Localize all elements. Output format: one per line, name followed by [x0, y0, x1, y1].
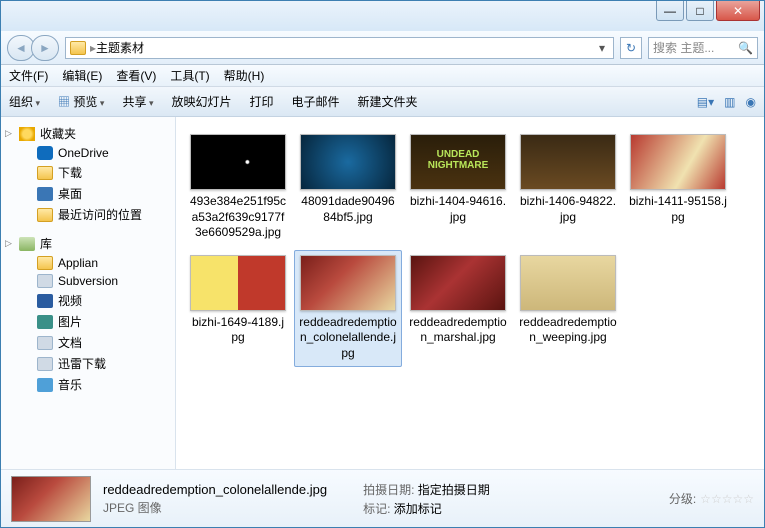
preview-button[interactable]: ▦ 预览	[58, 93, 104, 110]
toolbar: 组织 ▦ 预览 共享 放映幻灯片 打印 电子邮件 新建文件夹 ▤▾ ▥ ◉	[1, 87, 764, 117]
file-name: reddeadredemption_colonelallende.jpg	[299, 315, 397, 362]
sidebar-libraries[interactable]: ▷ 库	[1, 233, 175, 254]
menu-view[interactable]: 查看(V)	[116, 67, 156, 84]
menu-tools[interactable]: 工具(T)	[170, 67, 209, 84]
file-item[interactable]: bizhi-1404-94616.jpg	[404, 129, 512, 246]
file-item[interactable]: 493e384e251f95ca53a2f639c9177f3e6609529a…	[184, 129, 292, 246]
rating-stars[interactable]: ☆☆☆☆☆	[700, 492, 754, 506]
details-filename: reddeadredemption_colonelallende.jpg	[103, 482, 327, 497]
share-button[interactable]: 共享	[122, 93, 153, 110]
refresh-button[interactable]: ↻	[620, 37, 642, 59]
sidebar-item-recent[interactable]: 最近访问的位置	[1, 204, 175, 225]
file-item[interactable]: reddeadredemption_weeping.jpg	[514, 250, 622, 367]
sidebar-item-videos[interactable]: 视频	[1, 290, 175, 311]
file-name: bizhi-1411-95158.jpg	[629, 194, 727, 225]
star-icon	[19, 127, 35, 141]
sidebar-item-pictures[interactable]: 图片	[1, 311, 175, 332]
organize-button[interactable]: 组织	[9, 93, 40, 110]
recent-icon	[37, 208, 53, 222]
details-date[interactable]: 指定拍摄日期	[418, 483, 490, 497]
sidebar-favorites[interactable]: ▷ 收藏夹	[1, 123, 175, 144]
address-path: 主题素材	[96, 39, 144, 56]
sidebar-item-onedrive[interactable]: OneDrive	[1, 144, 175, 162]
picture-icon	[37, 315, 53, 329]
music-icon	[37, 378, 53, 392]
file-name: bizhi-1406-94822.jpg	[519, 194, 617, 225]
file-item[interactable]: bizhi-1406-94822.jpg	[514, 129, 622, 246]
sidebar-item-applian[interactable]: Applian	[1, 254, 175, 272]
file-name: bizhi-1404-94616.jpg	[409, 194, 507, 225]
file-thumbnail	[630, 134, 726, 190]
onedrive-icon	[37, 146, 53, 160]
file-thumbnail	[300, 134, 396, 190]
slideshow-button[interactable]: 放映幻灯片	[171, 93, 231, 110]
maximize-button[interactable]: □	[686, 1, 714, 21]
sidebar-item-desktop[interactable]: 桌面	[1, 183, 175, 204]
folder-icon	[37, 256, 53, 270]
forward-button[interactable]: ►	[31, 35, 59, 61]
email-button[interactable]: 电子邮件	[292, 93, 340, 110]
desktop-icon	[37, 187, 53, 201]
folder-icon	[70, 41, 86, 55]
search-icon: 🔍	[738, 41, 753, 55]
file-thumbnail	[410, 134, 506, 190]
address-bar[interactable]: ▸ 主题素材 ▾	[65, 37, 614, 59]
address-dropdown[interactable]: ▾	[595, 41, 609, 55]
downloads-icon	[37, 166, 53, 180]
file-thumbnail	[300, 255, 396, 311]
details-filetype: JPEG 图像	[103, 499, 327, 516]
details-tags[interactable]: 添加标记	[394, 502, 442, 516]
file-item[interactable]: bizhi-1649-4189.jpg	[184, 250, 292, 367]
video-icon	[37, 294, 53, 308]
sidebar-item-subversion[interactable]: Subversion	[1, 272, 175, 290]
subversion-icon	[37, 274, 53, 288]
menu-bar: 文件(F) 编辑(E) 查看(V) 工具(T) 帮助(H)	[1, 65, 764, 87]
file-item[interactable]: bizhi-1411-95158.jpg	[624, 129, 732, 246]
file-thumbnail	[520, 134, 616, 190]
file-thumbnail	[190, 255, 286, 311]
view-mode-button[interactable]: ▤▾	[697, 95, 714, 109]
sidebar-item-music[interactable]: 音乐	[1, 374, 175, 395]
document-icon	[37, 336, 53, 350]
file-item[interactable]: reddeadredemption_marshal.jpg	[404, 250, 512, 367]
sidebar-item-downloads[interactable]: 下载	[1, 162, 175, 183]
file-item[interactable]: reddeadredemption_colonelallende.jpg	[294, 250, 402, 367]
menu-edit[interactable]: 编辑(E)	[62, 67, 102, 84]
nav-bar: ◄ ► ▸ 主题素材 ▾ ↻ 搜索 主题... 🔍	[1, 31, 764, 65]
menu-file[interactable]: 文件(F)	[9, 67, 48, 84]
sidebar-item-documents[interactable]: 文档	[1, 332, 175, 353]
library-icon	[19, 237, 35, 251]
titlebar: — □ ✕	[1, 1, 764, 31]
close-button[interactable]: ✕	[716, 1, 760, 21]
details-pane: reddeadredemption_colonelallende.jpg JPE…	[1, 469, 764, 527]
print-button[interactable]: 打印	[250, 93, 274, 110]
search-input[interactable]: 搜索 主题... 🔍	[648, 37, 758, 59]
minimize-button[interactable]: —	[656, 1, 684, 21]
panel-button[interactable]: ▥	[724, 95, 735, 109]
file-name: reddeadredemption_marshal.jpg	[409, 315, 507, 346]
details-thumbnail	[11, 476, 91, 522]
menu-help[interactable]: 帮助(H)	[224, 67, 265, 84]
file-name: 493e384e251f95ca53a2f639c9177f3e6609529a…	[189, 194, 287, 241]
file-grid[interactable]: 493e384e251f95ca53a2f639c9177f3e6609529a…	[176, 117, 764, 469]
file-thumbnail	[410, 255, 506, 311]
sidebar: ▷ 收藏夹 OneDrive 下载 桌面 最近访问的位置 ▷ 库 Applian…	[1, 117, 176, 469]
file-name: 48091dade9049684bf5.jpg	[299, 194, 397, 225]
file-name: reddeadredemption_weeping.jpg	[519, 315, 617, 346]
file-name: bizhi-1649-4189.jpg	[189, 315, 287, 346]
file-item[interactable]: 48091dade9049684bf5.jpg	[294, 129, 402, 246]
search-placeholder: 搜索 主题...	[653, 39, 714, 56]
thunder-icon	[37, 357, 53, 371]
sidebar-item-thunder[interactable]: 迅雷下载	[1, 353, 175, 374]
help-icon[interactable]: ◉	[746, 95, 756, 109]
newfolder-button[interactable]: 新建文件夹	[358, 93, 418, 110]
explorer-window: — □ ✕ ◄ ► ▸ 主题素材 ▾ ↻ 搜索 主题... 🔍 文件(F) 编辑…	[0, 0, 765, 528]
file-thumbnail	[190, 134, 286, 190]
file-thumbnail	[520, 255, 616, 311]
